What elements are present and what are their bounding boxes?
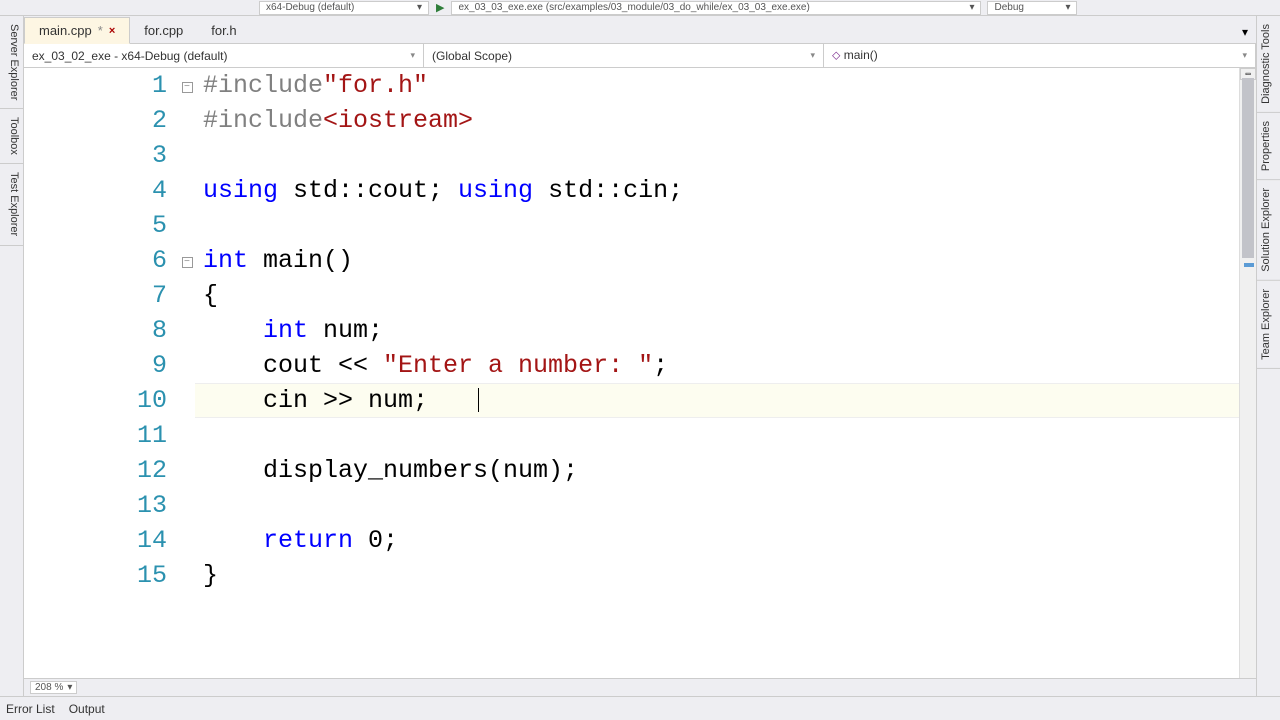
modified-icon: * — [98, 23, 103, 38]
code-line[interactable]: cin >> num; — [203, 383, 1239, 418]
line-number: 9 — [24, 348, 167, 383]
close-icon[interactable]: × — [109, 25, 115, 37]
line-number: 1 — [24, 68, 167, 103]
mode-label: Debug — [994, 2, 1023, 13]
tab-label: for.cpp — [144, 23, 183, 38]
fold-toggle-icon[interactable]: − — [182, 257, 193, 268]
zoom-bar: 208 % ▾ — [24, 678, 1256, 696]
code-line[interactable] — [203, 138, 1239, 173]
tab-for-cpp[interactable]: for.cpp — [130, 18, 197, 43]
tab-label: for.h — [211, 23, 236, 38]
config-label: x64-Debug (default) — [266, 2, 354, 13]
fold-toggle-icon[interactable]: − — [182, 82, 193, 93]
code-line[interactable]: #include"for.h" — [203, 68, 1239, 103]
line-number: 6 — [24, 243, 167, 278]
chevron-down-icon: ▾ — [810, 50, 815, 61]
code-text[interactable]: #include"for.h"#include<iostream> using s… — [195, 68, 1239, 678]
main-area: Server Explorer Toolbox Test Explorer ma… — [0, 16, 1280, 696]
function-scope-label: main() — [844, 48, 878, 62]
zoom-label: 208 % — [35, 682, 63, 693]
code-line[interactable] — [203, 488, 1239, 523]
error-list-tab[interactable]: Error List — [6, 702, 55, 716]
sidebar-solution-explorer[interactable]: Solution Explorer — [1257, 180, 1280, 281]
project-scope-combo[interactable]: ex_03_02_exe - x64-Debug (default) ▾ — [24, 44, 424, 67]
tab-for-h[interactable]: for.h — [197, 18, 250, 43]
line-number: 5 — [24, 208, 167, 243]
tab-label: main.cpp — [39, 23, 92, 38]
sidebar-properties[interactable]: Properties — [1257, 113, 1280, 180]
code-line[interactable]: { — [203, 278, 1239, 313]
code-line[interactable]: } — [203, 558, 1239, 593]
left-sidebar: Server Explorer Toolbox Test Explorer — [0, 16, 24, 696]
config-combo[interactable]: x64-Debug (default) ▾ — [259, 1, 429, 15]
tab-main-cpp[interactable]: main.cpp * × — [24, 17, 130, 44]
code-line[interactable]: int main() — [203, 243, 1239, 278]
line-number: 2 — [24, 103, 167, 138]
scroll-marker — [1244, 263, 1254, 267]
line-number: 8 — [24, 313, 167, 348]
bottom-panel-tabs: Error List Output — [0, 696, 1280, 720]
launch-combo[interactable]: ex_03_03_exe.exe (src/examples/03_module… — [451, 1, 981, 15]
line-number: 3 — [24, 138, 167, 173]
code-line[interactable]: using std::cout; using std::cin; — [203, 173, 1239, 208]
top-toolbar: x64-Debug (default) ▾ ▶ ex_03_03_exe.exe… — [0, 0, 1280, 16]
code-line[interactable]: #include<iostream> — [203, 103, 1239, 138]
scope-bar: ex_03_02_exe - x64-Debug (default) ▾ (Gl… — [24, 44, 1256, 68]
chevron-down-icon: ▾ — [410, 50, 415, 61]
namespace-scope-combo[interactable]: (Global Scope) ▾ — [424, 44, 824, 67]
code-area[interactable]: 123456789101112131415 −− #include"for.h"… — [24, 68, 1256, 678]
line-number: 13 — [24, 488, 167, 523]
sidebar-team-explorer[interactable]: Team Explorer — [1257, 281, 1280, 369]
play-icon[interactable]: ▶ — [436, 1, 444, 14]
output-tab[interactable]: Output — [69, 702, 105, 716]
sidebar-toolbox[interactable]: Toolbox — [0, 109, 23, 164]
mode-combo[interactable]: Debug ▾ — [987, 1, 1077, 15]
editor-container: main.cpp * × for.cpp for.h ▾ ex_03_02_ex… — [24, 16, 1256, 696]
sidebar-diagnostic-tools[interactable]: Diagnostic Tools — [1257, 16, 1280, 113]
chevron-down-icon: ▾ — [1242, 50, 1247, 61]
line-number: 15 — [24, 558, 167, 593]
code-line[interactable]: display_numbers(num); — [203, 453, 1239, 488]
file-tabs: main.cpp * × for.cpp for.h ▾ — [24, 16, 1256, 44]
line-number: 10 — [24, 383, 167, 418]
scroll-thumb[interactable] — [1242, 78, 1254, 258]
line-number: 7 — [24, 278, 167, 313]
line-number: 12 — [24, 453, 167, 488]
code-line[interactable]: cout << "Enter a number: "; — [203, 348, 1239, 383]
code-line[interactable]: return 0; — [203, 523, 1239, 558]
launch-label: ex_03_03_exe.exe (src/examples/03_module… — [458, 2, 809, 13]
text-cursor — [478, 388, 479, 412]
code-line[interactable]: int num; — [203, 313, 1239, 348]
line-number: 14 — [24, 523, 167, 558]
line-number: 4 — [24, 173, 167, 208]
code-line[interactable] — [203, 418, 1239, 453]
project-scope-label: ex_03_02_exe - x64-Debug (default) — [32, 49, 227, 63]
zoom-combo[interactable]: 208 % ▾ — [30, 681, 77, 694]
line-number: 11 — [24, 418, 167, 453]
namespace-scope-label: (Global Scope) — [432, 49, 512, 63]
vertical-scrollbar[interactable]: ▭ — [1239, 68, 1256, 678]
function-icon: ⬦ — [832, 48, 840, 62]
function-scope-combo[interactable]: ⬦ main() ▾ — [824, 44, 1256, 67]
sidebar-test-explorer[interactable]: Test Explorer — [0, 164, 23, 245]
right-sidebar: Diagnostic Tools Properties Solution Exp… — [1256, 16, 1280, 696]
code-line[interactable] — [203, 208, 1239, 243]
sidebar-server-explorer[interactable]: Server Explorer — [0, 16, 23, 109]
line-number-gutter: 123456789101112131415 — [24, 68, 179, 678]
tab-dropdown-icon[interactable]: ▾ — [1234, 21, 1256, 43]
fold-column: −− — [179, 68, 195, 678]
chevron-down-icon: ▾ — [67, 682, 72, 693]
